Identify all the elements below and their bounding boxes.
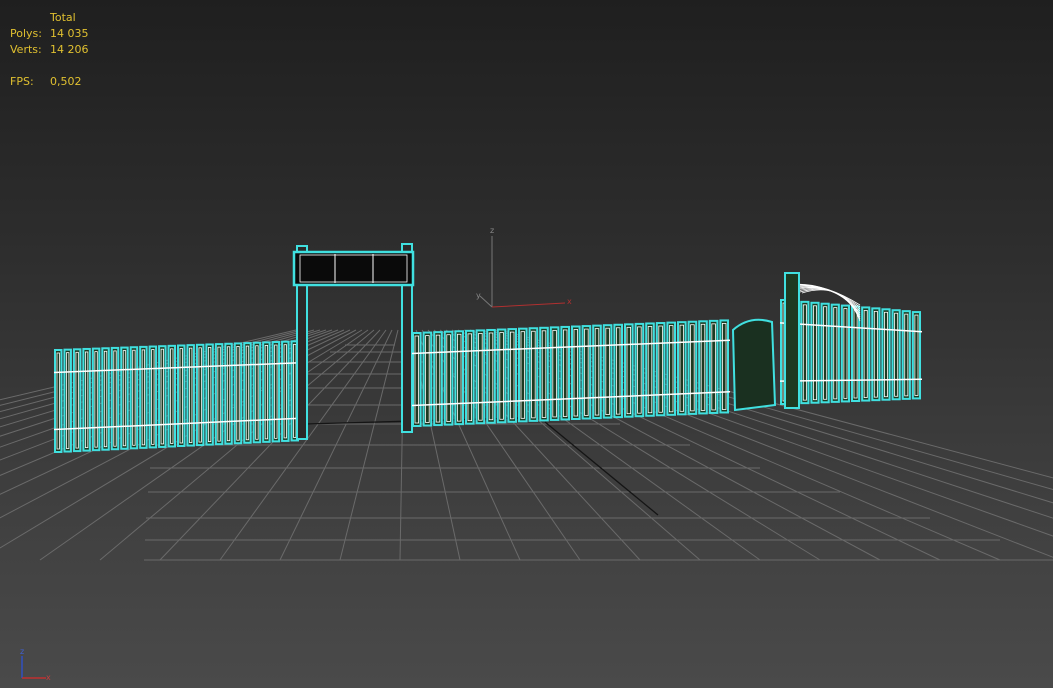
fence-picket — [881, 308, 891, 401]
fence-picket — [528, 327, 539, 422]
fence-picket — [475, 329, 486, 425]
fence-picket — [518, 327, 528, 423]
world-axis-z-label: z — [490, 226, 494, 235]
fence-picket — [539, 326, 549, 422]
fence-picket — [262, 341, 271, 443]
fence-picket — [655, 322, 666, 417]
fence-picket — [708, 319, 719, 414]
fence-picket — [602, 324, 613, 419]
fence-picket — [120, 346, 129, 450]
fence-picket — [129, 346, 139, 450]
fence-picket — [54, 349, 63, 453]
fence-picket — [613, 323, 624, 419]
tripod-z-label: z — [20, 647, 24, 656]
small-gate — [731, 318, 777, 412]
fence-picket — [82, 347, 91, 452]
fence-picket — [901, 310, 911, 400]
fence-picket — [645, 322, 655, 417]
fence-picket — [443, 330, 454, 426]
fence-picket — [177, 344, 186, 447]
fence-picket — [851, 305, 861, 402]
fence-picket — [233, 342, 243, 445]
fence-picket — [719, 319, 730, 414]
fence-picket — [454, 330, 464, 426]
fence-picket — [433, 331, 443, 427]
world-axis-x-label: x — [567, 297, 572, 306]
fence-picket — [624, 323, 634, 418]
fence-picket — [687, 320, 698, 415]
fence-picket — [101, 347, 110, 451]
fence-picket — [634, 322, 645, 418]
fence-picket — [465, 329, 475, 425]
fence-picket — [496, 328, 507, 424]
corner-axis-tripod: z x — [20, 647, 51, 682]
fence-picket — [549, 326, 560, 421]
fence-picket — [167, 344, 177, 448]
world-axis-gizmo: z x y — [476, 226, 572, 308]
fence-picket — [800, 300, 810, 405]
fence-picket — [911, 311, 921, 400]
fence-picket — [507, 328, 517, 423]
fence-picket — [666, 321, 677, 416]
fence-picket — [271, 341, 281, 443]
fence-picket — [677, 321, 687, 416]
fence-picket — [840, 304, 850, 403]
tripod-x-label: x — [46, 673, 51, 682]
fence-right-section[interactable] — [411, 319, 731, 427]
fence-picket — [72, 348, 82, 453]
fence-far-section[interactable] — [731, 272, 923, 412]
fence-picket — [139, 345, 148, 449]
fence-picket — [560, 325, 571, 421]
fence-picket — [820, 302, 830, 404]
fence-picket — [412, 332, 422, 427]
fence-picket — [91, 347, 101, 452]
fence-picket — [830, 303, 840, 403]
scene-canvas[interactable]: z x y z x — [0, 0, 1053, 688]
fence-picket — [861, 306, 871, 402]
fence-picket — [158, 345, 167, 448]
fence-picket — [110, 346, 120, 451]
fence-picket — [571, 325, 581, 420]
fence-picket — [871, 307, 881, 402]
fence-picket — [281, 340, 290, 442]
fence-picket — [810, 301, 820, 404]
world-axis-y-label: y — [476, 291, 481, 300]
fence-picket — [252, 341, 262, 444]
fence-picket — [148, 345, 158, 449]
fence-picket — [581, 325, 592, 420]
fence-picket — [422, 331, 433, 427]
fence-picket — [243, 342, 252, 444]
viewport-perspective[interactable]: Total Polys: 14 035 Verts: 14 206 FPS: 0… — [0, 0, 1053, 688]
fence-picket — [205, 343, 214, 446]
fence-picket — [698, 320, 708, 415]
fence-picket — [891, 309, 901, 401]
fence-picket — [214, 343, 224, 446]
fence-picket — [63, 348, 72, 453]
fence-picket — [486, 328, 496, 424]
gate-sign-board — [292, 250, 415, 287]
fence-picket — [224, 342, 233, 445]
fence-picket — [592, 324, 602, 420]
far-gate-post — [784, 272, 800, 409]
fence-picket — [195, 343, 205, 447]
fence-picket — [186, 344, 195, 447]
